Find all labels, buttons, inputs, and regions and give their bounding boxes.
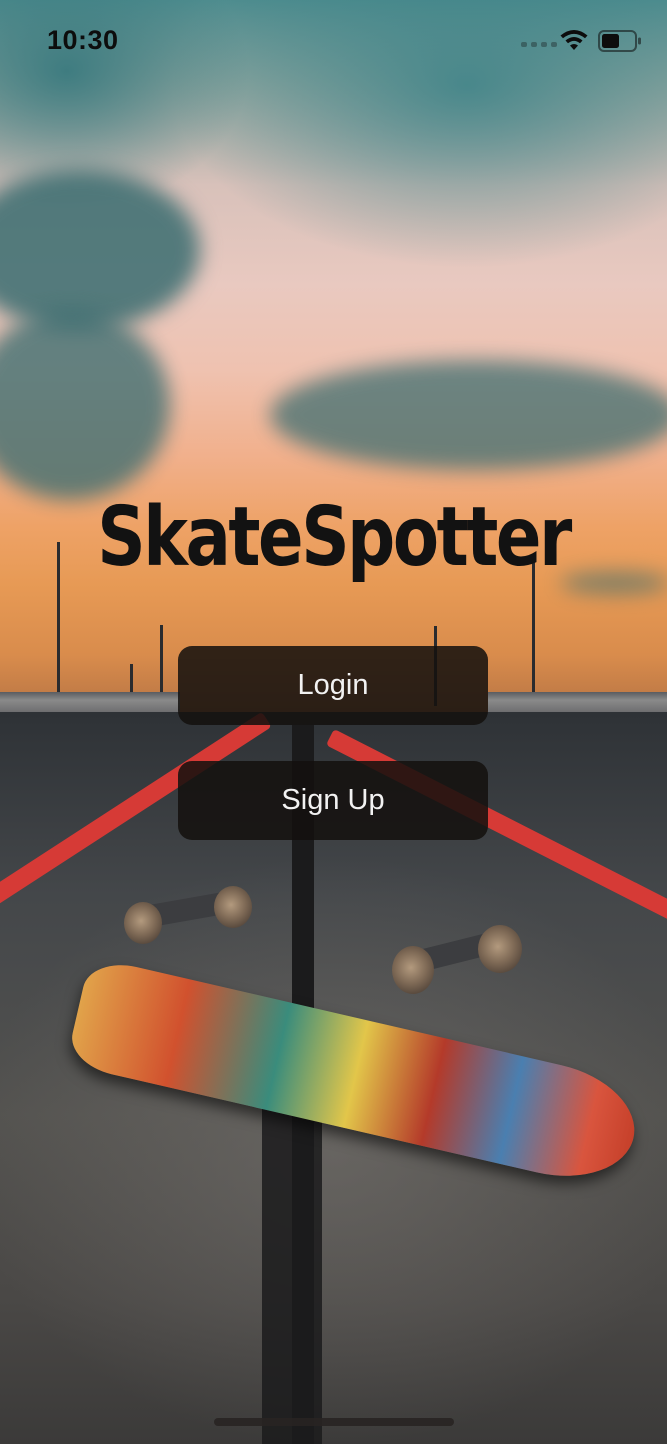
bridge-railing xyxy=(488,692,667,712)
wifi-icon xyxy=(560,30,588,50)
login-button-label: Login xyxy=(297,669,369,701)
skateboard-wheel xyxy=(124,902,162,944)
skateboard-wheel xyxy=(478,925,522,973)
cloud xyxy=(270,360,667,470)
status-bar: 10:30 xyxy=(0,0,667,82)
battery-icon xyxy=(598,30,641,52)
app-title: SkateSpotter xyxy=(97,490,572,585)
sign-up-button-label: Sign Up xyxy=(281,784,385,816)
skateboard-wheel xyxy=(392,946,434,994)
login-screen: 10:30 SkateSpotter Login Sign Up xyxy=(0,0,667,1444)
cellular-signal-icon xyxy=(521,42,557,47)
status-time: 10:30 xyxy=(47,25,119,55)
home-indicator[interactable] xyxy=(214,1418,454,1426)
bridge-railing xyxy=(0,692,180,712)
sign-up-button[interactable]: Sign Up xyxy=(178,761,488,840)
skateboard-wheel xyxy=(214,886,252,928)
login-button[interactable]: Login xyxy=(178,646,488,725)
